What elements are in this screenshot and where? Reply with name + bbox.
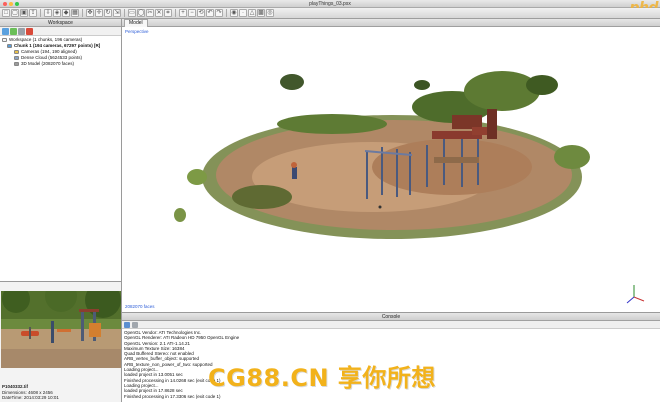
model-view-panel: Model Perspective 2082070 faces: [122, 19, 660, 312]
export-icon[interactable]: ⇩: [44, 9, 52, 17]
viewport-stats: 2082070 faces: [125, 304, 155, 309]
playground-photo: [1, 291, 121, 368]
show-texture-icon[interactable]: ▩: [257, 9, 265, 17]
window-title: playThings_03.psx: [309, 1, 351, 7]
delete-icon[interactable]: ✕: [155, 9, 163, 17]
scale-icon[interactable]: ⇲: [113, 9, 121, 17]
tree-item[interactable]: 3D Model (2082070 faces): [2, 61, 119, 67]
remove-icon[interactable]: [26, 27, 33, 35]
console-header: Console: [122, 313, 660, 321]
photo-datetime: DateTime: 2014:03:29 10:01: [2, 395, 59, 400]
workspace-tree: Workspace (1 chunks, 196 cameras) Chunk 1…: [0, 36, 121, 68]
dense-cloud-icon: [14, 56, 19, 60]
texture-icon[interactable]: ▦: [71, 9, 79, 17]
toggle-trackball-icon[interactable]: ◎: [266, 9, 274, 17]
import-icon[interactable]: ⇪: [29, 9, 37, 17]
viewport-label: Perspective: [125, 29, 149, 34]
rotate-right-icon[interactable]: ↷: [215, 9, 223, 17]
save-log-icon[interactable]: [124, 321, 130, 328]
tab-model[interactable]: Model: [124, 19, 148, 27]
main-toolbar: □ ▢ ▣ ⇪ ⇩ ◈ ◆ ▦ ✥ ✛ ↻ ⇲ ▭ ◯ ✂ ✕ ⌗ + − ⟲ ↶ ↷ ◉ · △ ▩ ◎: [0, 8, 660, 19]
open-file-icon[interactable]: ▢: [11, 9, 19, 17]
crop-icon[interactable]: ⌗: [164, 9, 172, 17]
reset-view-icon[interactable]: ⟲: [197, 9, 205, 17]
model-viewport[interactable]: [122, 27, 660, 312]
toolbar-separator: [124, 9, 125, 17]
move-icon[interactable]: ✛: [95, 9, 103, 17]
cut-icon[interactable]: ✂: [146, 9, 154, 17]
zoom-in-icon[interactable]: +: [179, 9, 187, 17]
point-cloud-render: [174, 71, 645, 304]
workspace-icon: [2, 38, 7, 42]
cameras-icon: [14, 50, 19, 54]
console-tools: [122, 321, 660, 329]
title-bar: playThings_03.psx: [0, 0, 660, 8]
model-icon: [14, 62, 19, 66]
tree-item-label: 3D Model (2082070 faces): [21, 61, 75, 66]
new-file-icon[interactable]: □: [2, 9, 10, 17]
navigate-icon[interactable]: ✥: [86, 9, 94, 17]
rotate-left-icon[interactable]: ↶: [206, 9, 214, 17]
select-circle-icon[interactable]: ◯: [137, 9, 145, 17]
photo-preview-panel: P1040332.tif Dimensions: 4608 x 2456 Dat…: [0, 281, 122, 402]
save-icon[interactable]: ▣: [20, 9, 28, 17]
model-tab-bar: Model: [122, 19, 660, 27]
zoom-out-icon[interactable]: −: [188, 9, 196, 17]
align-icon[interactable]: ◈: [53, 9, 61, 17]
toolbar-separator: [175, 9, 176, 17]
add-photos-icon[interactable]: [10, 27, 17, 35]
photo-thumbnail[interactable]: [1, 291, 121, 368]
show-cameras-icon[interactable]: ◉: [230, 9, 238, 17]
clear-log-icon[interactable]: [132, 321, 138, 328]
mesh-icon[interactable]: ◆: [62, 9, 70, 17]
rotate-icon[interactable]: ↻: [104, 9, 112, 17]
show-points-icon[interactable]: ·: [239, 9, 247, 17]
add-chunk-icon[interactable]: [2, 27, 9, 35]
workspace-header: Workspace: [0, 19, 121, 27]
select-rectangle-icon[interactable]: ▭: [128, 9, 136, 17]
workspace-tools: [0, 27, 121, 36]
site-watermark: CG88.CN 享你所想: [208, 364, 436, 392]
refresh-icon[interactable]: [18, 27, 25, 35]
show-model-icon[interactable]: △: [248, 9, 256, 17]
toolbar-separator: [82, 9, 83, 17]
photo-filename: P1040332.tif: [2, 384, 29, 389]
toolbar-separator: [226, 9, 227, 17]
workspace-panel: Workspace Workspace (1 chunks, 196 camer…: [0, 19, 122, 281]
console-line: Finished processing in 17.3306 sec (exit…: [124, 393, 221, 399]
chunk-icon: [7, 44, 12, 48]
toolbar-separator: [40, 9, 41, 17]
